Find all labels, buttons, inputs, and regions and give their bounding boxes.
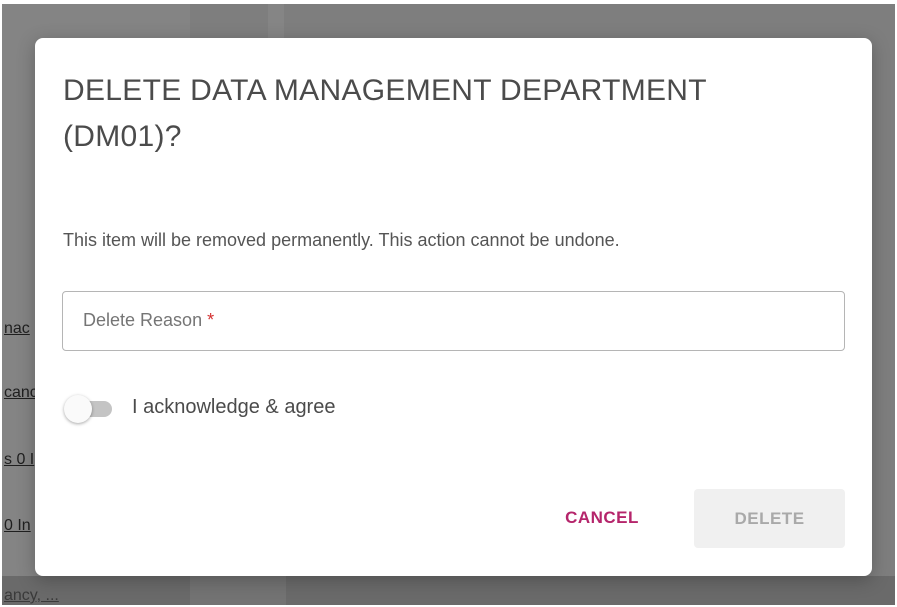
- background-link: 0 In: [4, 517, 31, 534]
- delete-reason-placeholder: Delete Reason *: [83, 310, 214, 331]
- cancel-button[interactable]: CANCEL: [547, 498, 657, 538]
- background-bottom-strip: [2, 576, 895, 605]
- background-link: ancy, ...: [4, 587, 59, 604]
- delete-button[interactable]: DELETE: [694, 489, 845, 548]
- background-bottom-block: [190, 576, 286, 605]
- toggle-thumb[interactable]: [64, 395, 92, 423]
- dialog-title: DELETE DATA MANAGEMENT DEPARTMENT (DM01)…: [63, 74, 707, 153]
- background-link: canc: [4, 384, 38, 401]
- delete-reason-placeholder-text: Delete Reason: [83, 310, 203, 330]
- background-link: nac: [4, 320, 30, 337]
- required-marker: *: [207, 310, 215, 330]
- acknowledge-label: I acknowledge & agree: [132, 396, 336, 418]
- background-link: s 0 I: [4, 451, 35, 468]
- delete-reason-input[interactable]: Delete Reason *: [62, 291, 845, 351]
- acknowledge-toggle[interactable]: [62, 395, 116, 425]
- delete-confirmation-dialog: DELETE DATA MANAGEMENT DEPARTMENT (DM01)…: [35, 38, 872, 576]
- dialog-message: This item will be removed permanently. T…: [63, 230, 620, 250]
